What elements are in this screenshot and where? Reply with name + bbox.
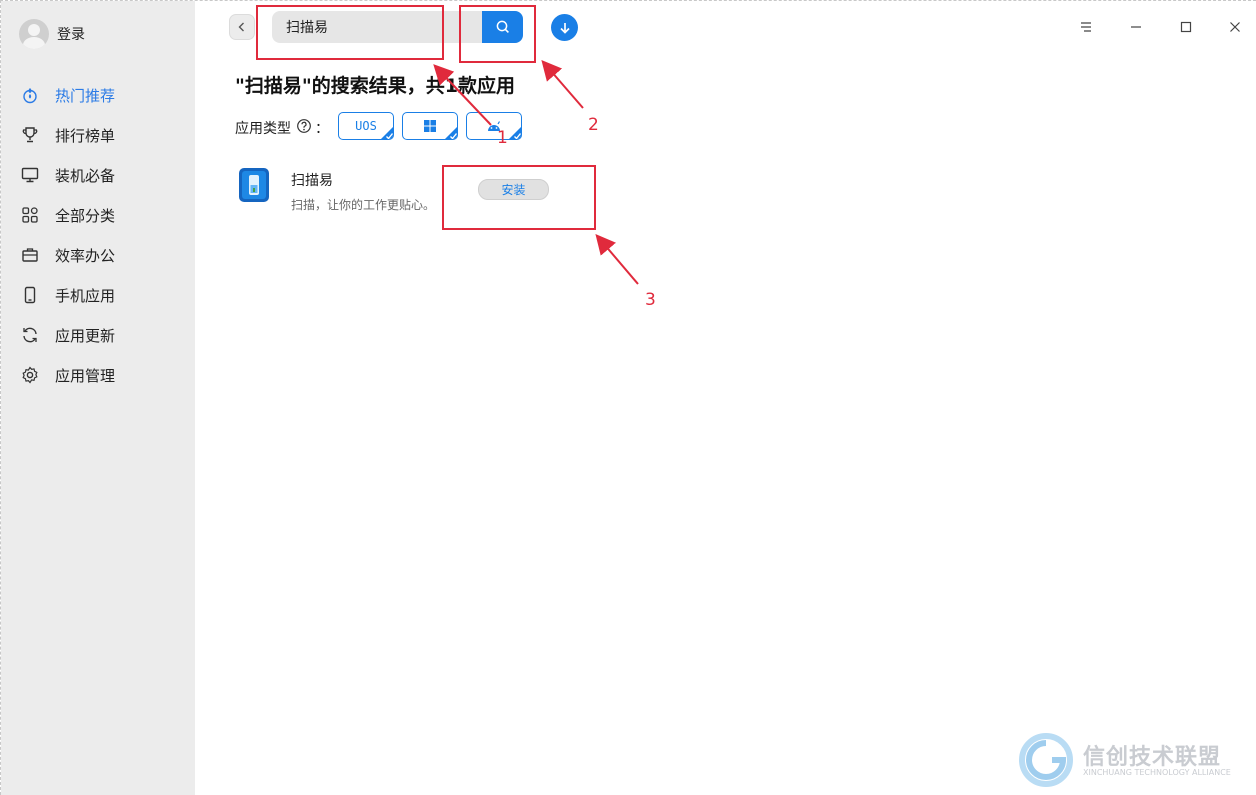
checkmark-icon bbox=[509, 127, 521, 139]
sidebar-item-mobile[interactable]: 手机应用 bbox=[19, 275, 189, 315]
sidebar-item-label: 效率办公 bbox=[55, 246, 116, 265]
close-icon bbox=[1230, 22, 1240, 32]
app-type-colon: ： bbox=[315, 121, 329, 137]
help-icon[interactable] bbox=[296, 118, 312, 134]
sidebar-item-label: 装机必备 bbox=[55, 166, 116, 185]
sidebar-item-label: 应用更新 bbox=[55, 326, 116, 345]
arrow-down-icon bbox=[559, 22, 570, 34]
avatar[interactable] bbox=[19, 19, 49, 49]
annotation-box-1 bbox=[256, 5, 444, 60]
alliance-logo-icon bbox=[1019, 733, 1073, 787]
sidebar-item-office[interactable]: 效率办公 bbox=[19, 235, 189, 275]
annotation-arrow-2 bbox=[541, 59, 584, 109]
checkmark-icon bbox=[445, 127, 457, 139]
app-window: 登录 热门推荐 排行榜单 装机必备 全部分类 效率办公 手机应用 应用更新 应用… bbox=[0, 0, 1256, 795]
checkmark-icon bbox=[381, 127, 393, 139]
phone-icon bbox=[19, 284, 41, 306]
app-type-label: 应用类型 bbox=[235, 121, 291, 137]
maximize-icon bbox=[1180, 21, 1192, 33]
sidebar-item-label: 全部分类 bbox=[55, 206, 116, 225]
app-name: 扫描易 bbox=[291, 173, 333, 189]
minimize-button[interactable] bbox=[1123, 14, 1149, 40]
sidebar-item-updates[interactable]: 应用更新 bbox=[19, 315, 189, 355]
scanner-app-icon bbox=[239, 168, 269, 202]
maximize-button[interactable] bbox=[1173, 14, 1199, 40]
login-entry[interactable]: 登录 bbox=[19, 19, 85, 49]
grid-icon bbox=[19, 204, 41, 226]
sidebar-item-label: 应用管理 bbox=[55, 366, 116, 385]
uos-icon: UOS bbox=[355, 119, 377, 133]
download-button[interactable] bbox=[551, 14, 578, 41]
annotation-arrow-3 bbox=[595, 233, 639, 285]
refresh-icon bbox=[19, 324, 41, 346]
watermark: 信创技术联盟 XINCHUANG TECHNOLOGY ALLIANCE bbox=[1019, 733, 1249, 789]
back-button[interactable] bbox=[229, 14, 255, 40]
annotation-label-1: 1 bbox=[497, 128, 508, 148]
sidebar-item-manage[interactable]: 应用管理 bbox=[19, 355, 189, 395]
chip-android[interactable] bbox=[466, 112, 522, 140]
close-button[interactable] bbox=[1222, 14, 1248, 40]
minimize-icon bbox=[1131, 26, 1141, 28]
monitor-icon bbox=[19, 164, 41, 186]
flame-icon bbox=[19, 84, 41, 106]
login-label: 登录 bbox=[57, 27, 85, 43]
menu-button[interactable] bbox=[1073, 14, 1099, 40]
sidebar-item-ranking[interactable]: 排行榜单 bbox=[19, 115, 189, 155]
windows-icon bbox=[424, 120, 436, 132]
chip-uos[interactable]: UOS bbox=[338, 112, 394, 140]
sidebar-item-label: 排行榜单 bbox=[55, 126, 116, 145]
annotation-label-3: 3 bbox=[645, 290, 656, 310]
menu-icon bbox=[1081, 22, 1091, 32]
gear-icon bbox=[19, 364, 41, 386]
sidebar-item-label: 手机应用 bbox=[55, 286, 116, 305]
annotation-box-3 bbox=[442, 165, 596, 230]
app-description: 扫描，让你的工作更贴心。 bbox=[291, 198, 436, 212]
watermark-subtitle: XINCHUANG TECHNOLOGY ALLIANCE bbox=[1083, 768, 1231, 777]
sidebar-item-hot[interactable]: 热门推荐 bbox=[19, 75, 189, 115]
annotation-box-2 bbox=[459, 5, 536, 63]
trophy-icon bbox=[19, 124, 41, 146]
sidebar: 登录 热门推荐 排行榜单 装机必备 全部分类 效率办公 手机应用 应用更新 应用… bbox=[1, 1, 195, 795]
results-title: "扫描易"的搜索结果，共1款应用 bbox=[235, 75, 516, 97]
chip-windows[interactable] bbox=[402, 112, 458, 140]
chevron-left-icon bbox=[238, 22, 244, 32]
briefcase-icon bbox=[19, 244, 41, 266]
sidebar-item-label: 热门推荐 bbox=[55, 86, 116, 105]
sidebar-item-essentials[interactable]: 装机必备 bbox=[19, 155, 189, 195]
sidebar-nav: 热门推荐 排行榜单 装机必备 全部分类 效率办公 手机应用 应用更新 应用管理 bbox=[19, 75, 189, 395]
annotation-label-2: 2 bbox=[588, 115, 599, 135]
watermark-title: 信创技术联盟 bbox=[1083, 745, 1222, 770]
sidebar-item-categories[interactable]: 全部分类 bbox=[19, 195, 189, 235]
